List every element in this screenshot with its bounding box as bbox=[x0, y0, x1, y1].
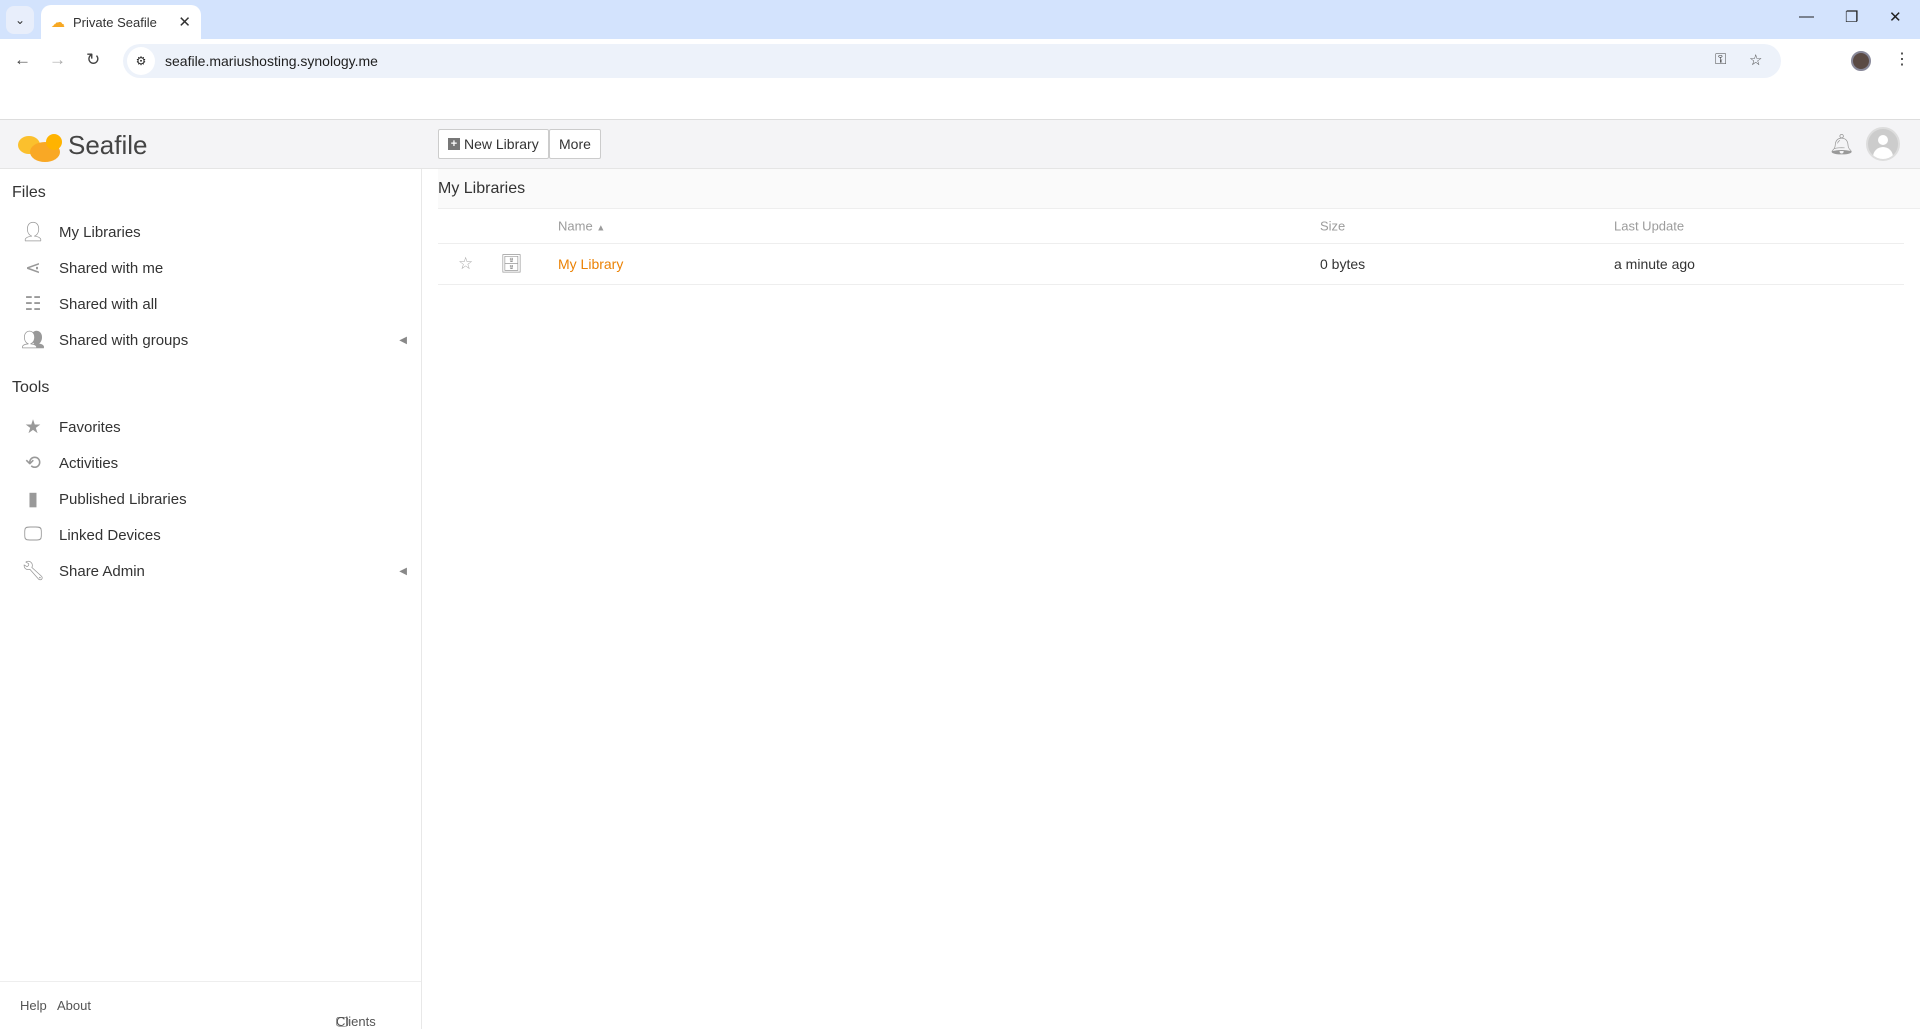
sidebar-item-shared-with-me[interactable]: ⋖ Shared with me bbox=[0, 250, 421, 286]
site-info-icon[interactable]: ⚙ bbox=[127, 47, 155, 75]
browser-tab[interactable]: ☁ Private Seafile ✕ bbox=[41, 5, 201, 39]
close-window-icon[interactable]: ✕ bbox=[1889, 8, 1902, 26]
bookmark-star-icon[interactable]: ☆ bbox=[1749, 51, 1762, 69]
seafile-logo[interactable]: Seafile bbox=[16, 128, 148, 162]
table-row[interactable]: ☆ 🗄︎ My Library 0 bytes a minute ago bbox=[438, 244, 1904, 285]
library-name-link[interactable]: My Library bbox=[558, 256, 623, 272]
history-icon: ⟲ bbox=[25, 452, 41, 474]
tab-search-button[interactable]: ⌄ bbox=[6, 6, 34, 34]
url-text[interactable]: seafile.mariushosting.synology.me bbox=[165, 53, 378, 69]
about-link[interactable]: About bbox=[57, 998, 91, 1013]
table-header: Name ▲ Size Last Update bbox=[438, 209, 1904, 244]
clients-label: Clients bbox=[336, 1014, 376, 1029]
caret-left-icon[interactable]: ◀ bbox=[399, 335, 407, 346]
profile-avatar[interactable] bbox=[1851, 51, 1871, 71]
sidebar-item-published-libraries[interactable]: ▮ Published Libraries bbox=[0, 481, 421, 517]
tools-heading: Tools bbox=[12, 379, 50, 396]
star-icon: ★ bbox=[24, 416, 42, 438]
size-column-header[interactable]: Size bbox=[1320, 219, 1345, 234]
page-title: My Libraries bbox=[438, 169, 1920, 209]
help-link[interactable]: Help bbox=[20, 998, 47, 1013]
sidebar-item-label: Published Libraries bbox=[59, 490, 187, 508]
main-content: My Libraries Name ▲ Size Last Update ☆ 🗄… bbox=[422, 169, 1920, 1029]
logo-text: Seafile bbox=[68, 129, 148, 160]
library-size: 0 bytes bbox=[1320, 256, 1366, 272]
sort-up-icon: ▲ bbox=[596, 222, 606, 233]
monitor-icon: 🖵︎ bbox=[23, 524, 43, 545]
seafile-favicon-icon: ☁ bbox=[51, 13, 65, 30]
notification-bell-icon[interactable]: 🔔︎ bbox=[1829, 132, 1854, 157]
sidebar-item-label: Linked Devices bbox=[59, 526, 161, 544]
sidebar-item-shared-with-all[interactable]: ☷ Shared with all bbox=[0, 286, 421, 322]
sidebar-item-label: Activities bbox=[59, 454, 119, 472]
name-header-label: Name bbox=[558, 218, 593, 234]
sidebar-item-label: Share Admin bbox=[59, 562, 145, 580]
last-update-column-header[interactable]: Last Update bbox=[1614, 219, 1684, 234]
restore-icon[interactable]: ❐ bbox=[1845, 8, 1858, 26]
sidebar-item-activities[interactable]: ⟲ Activities bbox=[0, 445, 421, 481]
back-icon[interactable]: ← bbox=[14, 50, 31, 70]
library-last-update: a minute ago bbox=[1614, 256, 1695, 272]
logo-cloud-icon bbox=[16, 128, 66, 162]
user-avatar[interactable] bbox=[1866, 127, 1900, 161]
files-heading: Files bbox=[12, 184, 46, 201]
name-column-header[interactable]: Name ▲ bbox=[558, 219, 605, 234]
caret-left-icon[interactable]: ◀ bbox=[399, 566, 407, 577]
library-icon: 🗄︎ bbox=[500, 253, 523, 274]
sidebar-item-linked-devices[interactable]: 🖵︎ Linked Devices bbox=[0, 517, 421, 553]
close-tab-icon[interactable]: ✕ bbox=[178, 13, 191, 31]
share-icon: ⋖ bbox=[25, 257, 41, 279]
new-library-button[interactable]: + New Library bbox=[438, 129, 549, 159]
sidebar-item-favorites[interactable]: ★ Favorites bbox=[0, 409, 421, 445]
book-icon: ▮ bbox=[27, 488, 39, 510]
wrench-icon: 🔧︎ bbox=[20, 561, 46, 582]
sidebar-item-label: Shared with groups bbox=[59, 331, 189, 349]
more-button[interactable]: More bbox=[549, 129, 601, 159]
more-label: More bbox=[559, 136, 591, 152]
sidebar-item-my-libraries[interactable]: 👤︎ My Libraries bbox=[0, 214, 421, 250]
address-bar[interactable]: ⚙ seafile.mariushosting.synology.me ⚿ ☆ bbox=[123, 44, 1781, 78]
minimize-icon[interactable]: — bbox=[1799, 8, 1814, 25]
forward-icon[interactable]: → bbox=[49, 50, 66, 70]
group-icon: 👥︎ bbox=[20, 330, 46, 351]
user-icon: 👤︎ bbox=[20, 222, 46, 243]
sidebar-item-label: My Libraries bbox=[59, 223, 141, 241]
tab-title: Private Seafile bbox=[73, 14, 157, 30]
plus-icon: + bbox=[448, 138, 460, 150]
sidebar-item-label: Favorites bbox=[59, 418, 121, 436]
sidebar-item-shared-with-groups[interactable]: 👥︎ Shared with groups ◀ bbox=[0, 322, 421, 358]
sidebar-item-share-admin[interactable]: 🔧︎ Share Admin ◀ bbox=[0, 553, 421, 589]
star-icon[interactable]: ☆ bbox=[458, 254, 473, 274]
app-header: Seafile + New Library More 🔔︎ bbox=[0, 119, 1920, 169]
sidebar-item-label: Shared with all bbox=[59, 295, 158, 313]
sidebar-footer: Help About 🖵︎ Clients bbox=[0, 981, 421, 1029]
new-library-label: New Library bbox=[464, 136, 539, 152]
browser-menu-icon[interactable]: ⋮ bbox=[1894, 49, 1910, 69]
password-key-icon[interactable]: ⚿ bbox=[1715, 51, 1726, 68]
address-row: ← → ↻ ⚙ seafile.mariushosting.synology.m… bbox=[0, 39, 1920, 83]
sitemap-icon: ☷ bbox=[24, 293, 42, 315]
sidebar: Files 👤︎ My Libraries ⋖ Shared with me ☷ Sh… bbox=[0, 169, 422, 1029]
sidebar-item-label: Shared with me bbox=[59, 259, 164, 277]
reload-icon[interactable]: ↻ bbox=[86, 50, 100, 70]
browser-tab-bar: ⌄ ☁ Private Seafile ✕ — ❐ ✕ bbox=[0, 0, 1920, 39]
